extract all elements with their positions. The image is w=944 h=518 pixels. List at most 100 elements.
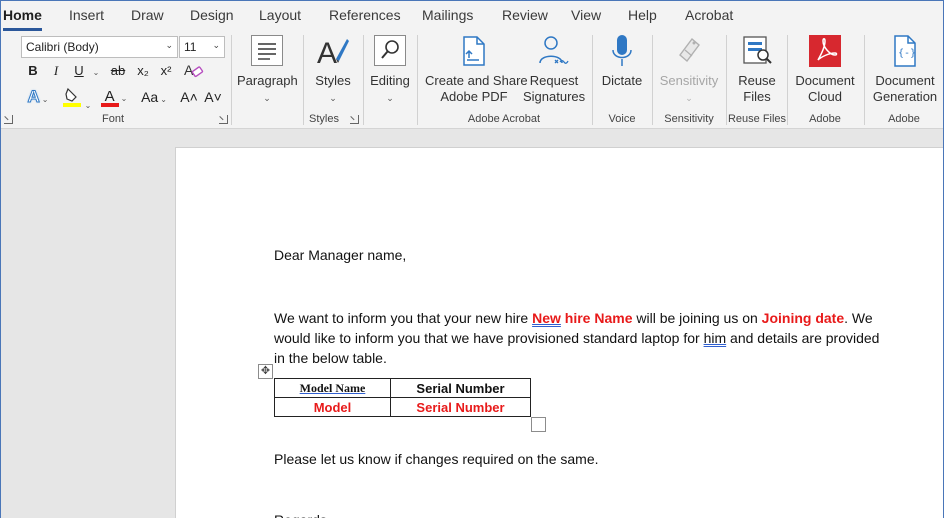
header-serial-number: Serial Number [416, 380, 505, 396]
clipboard-dialog-launcher[interactable] [4, 115, 13, 124]
regards-line: Regards, [274, 510, 331, 518]
table-header-cell[interactable]: Model Name [274, 378, 391, 398]
ribbon: Calibri (Body) ⌄ 11 ⌄ B I U ⌄ ab x₂ x² A… [1, 31, 943, 129]
chevron-down-icon: ⌄ [92, 68, 100, 77]
clear-formatting-icon: A [184, 62, 204, 78]
chevron-down-icon: ⌄ [165, 40, 173, 50]
chevron-down-icon: ⌄ [84, 101, 92, 110]
cell-serial-number: Serial Number [416, 399, 505, 415]
svg-text:{-}: {-} [898, 48, 916, 59]
tab-mailings[interactable]: Mailings [422, 7, 473, 23]
styles-label: Styles [315, 73, 351, 88]
group-separator [363, 35, 364, 125]
highlight-color-button[interactable]: ⌄ [59, 86, 93, 110]
group-separator [231, 35, 232, 125]
paragraph-label: Paragraph [237, 73, 298, 88]
table-move-handle[interactable]: ✥ [258, 364, 273, 379]
tab-review[interactable]: Review [502, 7, 548, 23]
styles-icon: A [317, 37, 349, 69]
subscript-button[interactable]: x₂ [134, 60, 152, 82]
find-icon [374, 35, 406, 66]
change-case-button[interactable]: Aa ⌄ [137, 86, 171, 108]
tab-insert[interactable]: Insert [69, 7, 104, 23]
table-cell[interactable]: Serial Number [390, 397, 531, 417]
font-name-combobox[interactable]: Calibri (Body) ⌄ [21, 36, 178, 58]
tab-design[interactable]: Design [190, 7, 234, 23]
create-share-label-2: Adobe PDF [440, 89, 508, 104]
table-cell[interactable]: Model [274, 397, 391, 417]
body-text: We want to inform you that your new hire [274, 310, 533, 326]
tab-acrobat[interactable]: Acrobat [685, 7, 733, 23]
group-separator [652, 35, 653, 125]
tab-layout[interactable]: Layout [259, 7, 301, 23]
placeholder-hire-name: hire Name [560, 310, 633, 326]
tab-help[interactable]: Help [628, 7, 657, 23]
share-pdf-icon [463, 36, 485, 66]
tab-home[interactable]: Home [3, 7, 42, 31]
tab-references[interactable]: References [329, 7, 401, 23]
group-separator [592, 35, 593, 125]
font-dialog-launcher[interactable] [219, 115, 228, 124]
styles-button[interactable]: A Styles ⌄ [312, 33, 354, 106]
create-share-pdf-button[interactable]: Create and Share Adobe PDF [425, 33, 528, 105]
request-signatures-button[interactable]: Request Signatures [523, 33, 585, 105]
dictate-button[interactable]: Dictate [599, 33, 645, 89]
document-generation-label-2: Generation [872, 89, 938, 104]
sensitivity-button[interactable]: Sensitivity ⌄ [658, 33, 720, 106]
styles-dialog-launcher[interactable] [350, 115, 359, 124]
body-text: . We [844, 310, 873, 326]
editing-label: Editing [370, 73, 410, 88]
signature-icon [539, 36, 569, 64]
underline-button[interactable]: U [71, 60, 87, 82]
text-effects-button[interactable]: A ⌄ [23, 86, 53, 108]
chevron-down-icon: ⌄ [160, 95, 167, 104]
reuse-files-button[interactable]: Reuse Files [733, 33, 781, 105]
group-separator [417, 35, 418, 125]
body-text: would like to inform you that we have pr… [274, 330, 704, 346]
table-resize-handle[interactable] [531, 417, 546, 432]
strikethrough-button[interactable]: ab [107, 60, 129, 82]
placeholder-new: New [532, 310, 561, 326]
document-canvas: Dear Manager name, We want to inform you… [1, 129, 943, 518]
shrink-font-button[interactable]: A˅ [203, 86, 223, 108]
font-size-combobox[interactable]: 11 ⌄ [179, 36, 225, 58]
table-row: Model Name Serial Number [274, 378, 531, 398]
group-label-font: Font [101, 113, 125, 125]
chevron-down-icon: ⌄ [120, 94, 128, 103]
svg-text:A: A [317, 37, 337, 69]
clear-formatting-button[interactable]: A [181, 60, 205, 82]
superscript-button[interactable]: x² [157, 60, 175, 82]
paragraph-button[interactable]: Paragraph ⌄ [237, 33, 298, 106]
svg-text:A: A [184, 62, 194, 78]
italic-button[interactable]: I [48, 60, 64, 82]
grow-font-button[interactable]: A˄ [179, 86, 199, 108]
request-signatures-label-1: Request [529, 73, 579, 88]
bold-button[interactable]: B [25, 60, 41, 82]
table-header-cell[interactable]: Serial Number [390, 378, 531, 398]
body-line-3: in the below table. [274, 350, 387, 366]
chevron-down-icon: ⌄ [386, 93, 394, 103]
document-generation-icon: {-} [894, 35, 916, 67]
document-cloud-button[interactable]: Document Cloud [793, 33, 857, 105]
microphone-icon [612, 35, 632, 66]
underline-dropdown[interactable]: ⌄ [89, 60, 101, 82]
tab-draw[interactable]: Draw [131, 7, 164, 23]
group-label-reuse-files: Reuse Files [727, 113, 787, 125]
group-separator [726, 35, 727, 125]
font-color-button[interactable]: A ⌄ [97, 86, 131, 108]
text-effects-icon: A [27, 87, 40, 107]
editing-button[interactable]: Editing ⌄ [369, 33, 411, 106]
chevron-down-icon: ⌄ [685, 93, 693, 103]
ribbon-tab-bar: Home Insert Draw Design Layout Reference… [1, 1, 943, 31]
chevron-down-icon: ⌄ [41, 95, 49, 104]
chevron-down-icon: ⌄ [263, 93, 271, 103]
document-generation-button[interactable]: {-} Document Generation [871, 33, 939, 105]
body-line-1: We want to inform you that your new hire… [274, 308, 873, 328]
laptop-details-table[interactable]: Model Name Serial Number Model Serial Nu… [274, 378, 531, 417]
highlighter-icon [62, 87, 81, 107]
document-page[interactable]: Dear Manager name, We want to inform you… [175, 147, 943, 518]
sensitivity-icon [679, 37, 700, 63]
tab-view[interactable]: View [571, 7, 601, 23]
group-label-sensitivity: Sensitivity [664, 113, 714, 125]
adobe-acrobat-icon [809, 35, 841, 67]
